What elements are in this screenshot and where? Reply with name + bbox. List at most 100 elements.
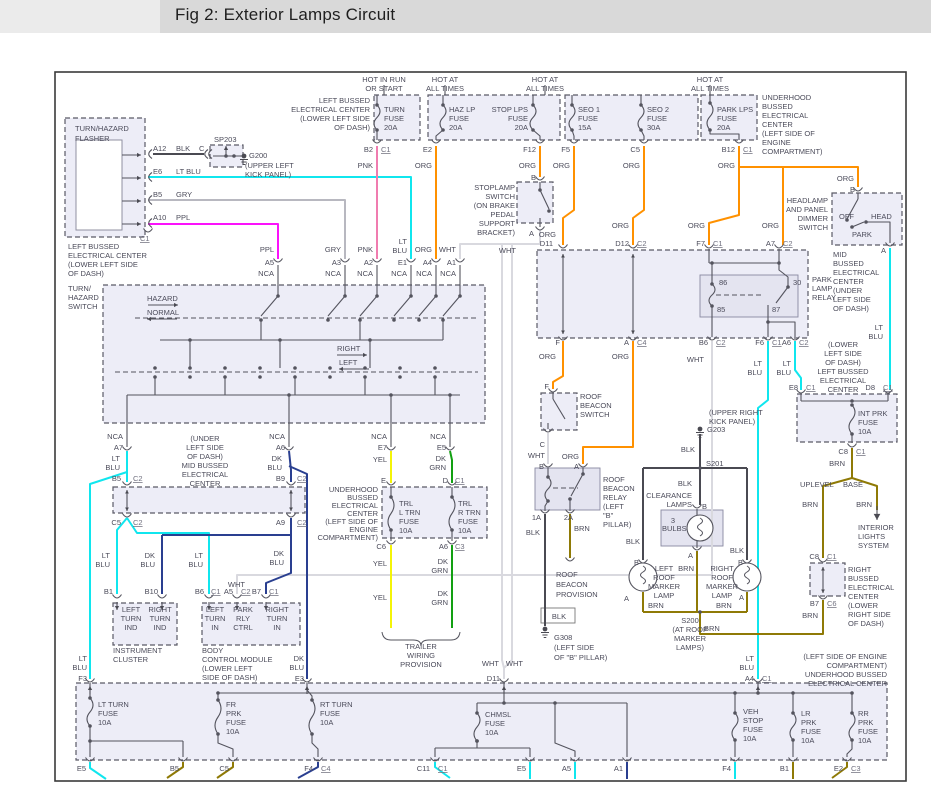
junction-dot	[188, 375, 192, 379]
diagram-label: OF DASH)	[334, 123, 370, 132]
diagram-label: B	[702, 502, 707, 511]
junction-dot	[216, 732, 220, 736]
diagram-label: FUSE	[858, 727, 878, 736]
diagram-label: C8	[838, 447, 848, 456]
diagram-label: HEADLAMP	[787, 196, 828, 205]
diagram-label: ROOF	[580, 392, 602, 401]
junction-dot	[639, 128, 643, 132]
diagram-label: A	[529, 229, 534, 238]
junction-dot	[791, 738, 795, 742]
diagram-label: BLK	[526, 528, 540, 537]
diagram-label: BLU	[140, 560, 155, 569]
diagram-label: E2	[423, 145, 432, 154]
junction-dot	[375, 294, 379, 298]
diagram-label: (LEFT SIDE	[554, 643, 594, 652]
diagram-label: GRY	[325, 245, 341, 254]
junction-dot	[850, 399, 854, 403]
diagram-label: F4	[304, 764, 313, 773]
diagram-label: BEACON	[556, 580, 588, 589]
diagram-label: BLU	[72, 663, 87, 672]
diagram-label: CONTROL MODULE	[202, 655, 273, 664]
diagram-label: (UNDER	[833, 286, 863, 295]
diagram-label: YEL	[373, 559, 387, 568]
junction-dot	[791, 711, 795, 715]
diagram-label: C1	[269, 587, 279, 596]
diagram-label: DK	[274, 549, 284, 558]
diagram-label: C8	[809, 552, 819, 561]
diagram-label: 20A	[515, 123, 528, 132]
diagram-label: PNK	[358, 161, 373, 170]
junction-dot	[153, 366, 157, 370]
diagram-label: BLU	[289, 663, 304, 672]
diagram-label: 10A	[485, 728, 498, 737]
diagram-label: LT	[195, 551, 204, 560]
junction-dot	[276, 294, 280, 298]
diagram-label: ORG	[519, 161, 536, 170]
diagram-label: 10A	[98, 718, 111, 727]
diagram-label: PEDAL	[490, 210, 515, 219]
diagram-label: BLU	[269, 558, 284, 567]
diagram-label: BRN	[678, 564, 694, 573]
diagram-label: (LOWER LEFT SIDE	[68, 260, 138, 269]
diagram-label: NCA	[440, 269, 456, 278]
diagram-label: YEL	[373, 455, 387, 464]
diagram-label: LEFT BUSSED	[817, 367, 869, 376]
junction-dot	[581, 472, 585, 476]
diagram-label: LT	[783, 359, 792, 368]
diagram-label: PRK	[801, 718, 816, 727]
diagram-label: (LOWER LEFT	[202, 664, 253, 673]
diagram-label: SEO 2	[647, 105, 669, 114]
diagram-label: CENTER	[828, 385, 859, 394]
diagram-label: HOT AT	[432, 75, 459, 84]
diagram-label: 20A	[717, 123, 730, 132]
diagram-label: G200	[249, 151, 267, 160]
diagram-label: C1	[211, 587, 221, 596]
component-box	[517, 182, 553, 223]
diagram-label: BRN	[829, 459, 845, 468]
diagram-label: LR	[801, 709, 811, 718]
diagram-label: FUSE	[858, 418, 878, 427]
diagram-label: ORG	[415, 245, 432, 254]
diagram-label: LT	[79, 654, 88, 663]
diagram-label: RIGHT	[848, 565, 872, 574]
diagram-label: PNK	[358, 245, 373, 254]
junction-dot	[375, 128, 379, 132]
diagram-label: RLY	[236, 614, 250, 623]
diagram-label: ORG	[612, 352, 629, 361]
junction-dot	[88, 696, 92, 700]
diagram-label: B	[539, 462, 544, 471]
diagram-label: (LEFT SIDE OF	[762, 129, 815, 138]
diagram-label: 1A	[532, 513, 541, 522]
diagram-label: E6	[153, 167, 162, 176]
junction-dot	[710, 304, 714, 308]
junction-dot	[392, 318, 396, 322]
diagram-label: OR START	[365, 84, 403, 93]
diagram-label: C2	[133, 518, 143, 527]
diagram-label: ALL TIMES	[526, 84, 564, 93]
diagram-label: ROOF	[653, 573, 675, 582]
diagram-label: ELECTRICAL CENTER	[808, 679, 887, 688]
junction-dot	[570, 103, 574, 107]
diagram-label: TURN	[121, 614, 142, 623]
diagram-label: (LEFT SIDE OF ENGINE	[803, 652, 887, 661]
junction-dot	[216, 698, 220, 702]
diagram-label: A	[624, 338, 629, 347]
diagram-label: BRN	[574, 524, 590, 533]
diagram-label: DK	[145, 551, 155, 560]
diagram-label: YEL	[373, 593, 387, 602]
junction-dot	[450, 528, 454, 532]
diagram-label: C3	[851, 764, 861, 773]
diagram-label: WHT	[482, 659, 499, 668]
diagram-label: (LOWER	[828, 340, 859, 349]
diagram-label: B	[850, 185, 855, 194]
junction-dot	[368, 338, 372, 342]
diagram-label: DK	[438, 589, 448, 598]
diagram-label: 10A	[320, 718, 333, 727]
diagram-label: ORG	[553, 161, 570, 170]
diagram-label: PRK	[226, 709, 241, 718]
diagram-label: SWITCH	[798, 223, 828, 232]
diagram-label: C1	[438, 764, 448, 773]
diagram-label: PARK LPS	[717, 105, 753, 114]
diagram-label: 30A	[647, 123, 660, 132]
diagram-label: NCA	[357, 269, 373, 278]
